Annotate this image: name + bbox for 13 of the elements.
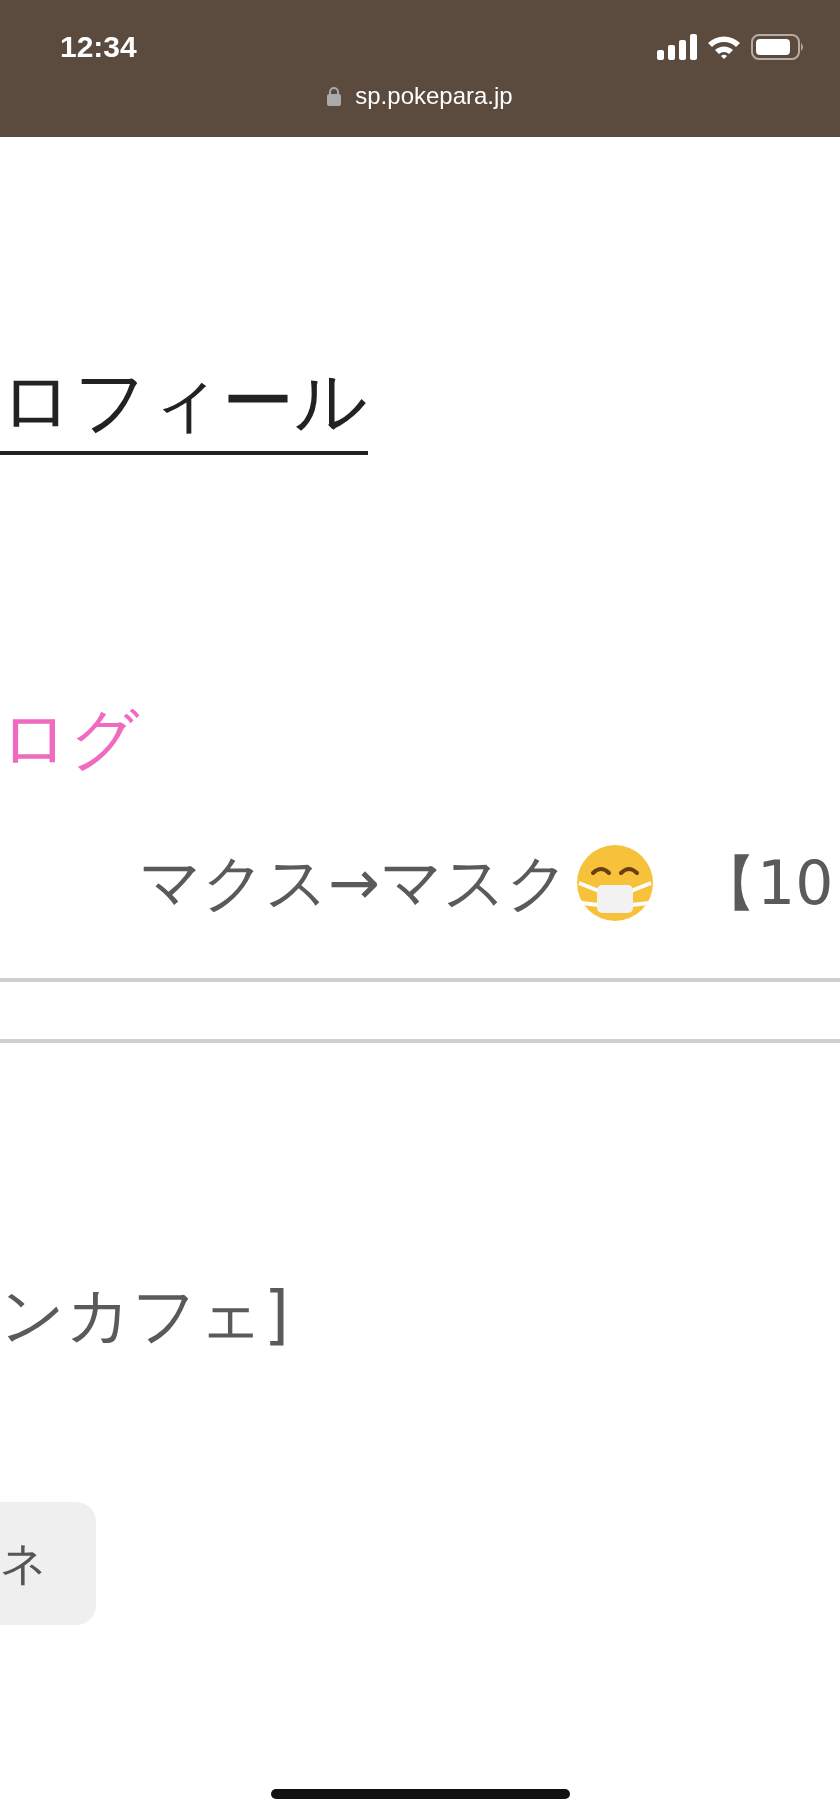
masked-face-icon xyxy=(574,843,655,923)
blog-entry-title[interactable]: マクス→マスク xyxy=(139,852,569,914)
signal-icon xyxy=(657,34,697,60)
wifi-icon xyxy=(707,34,741,60)
profile-link[interactable]: ロフィール xyxy=(0,365,368,455)
blog-heading: ログ xyxy=(0,705,141,773)
action-button[interactable]: ネ xyxy=(0,1502,96,1625)
url-text[interactable]: sp.pokepara.jp xyxy=(355,82,513,110)
shop-category: ンカフェ] xyxy=(0,1283,290,1347)
blog-entry-count: 【10 xyxy=(696,853,834,913)
clock-time: 12:34 xyxy=(60,30,137,64)
battery-icon xyxy=(751,34,805,60)
lock-icon xyxy=(327,86,342,106)
